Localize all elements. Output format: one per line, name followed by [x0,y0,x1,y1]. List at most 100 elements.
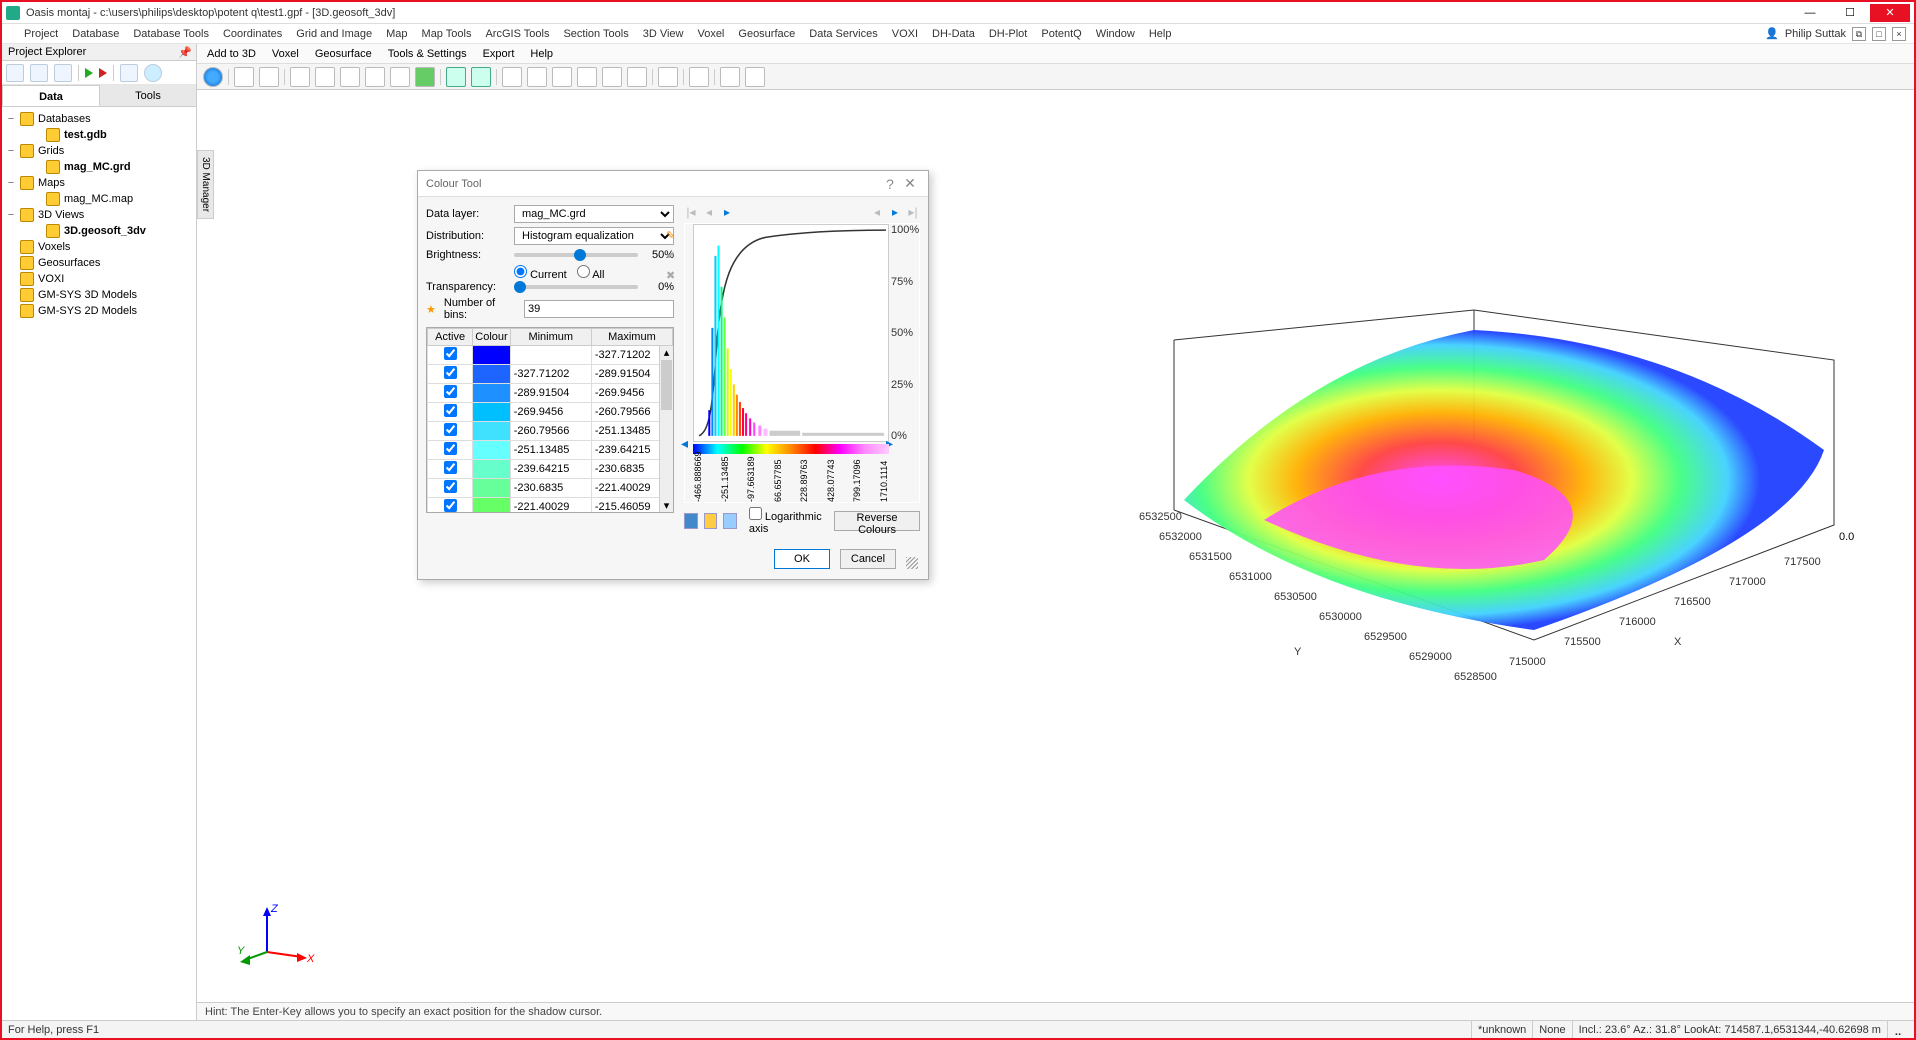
3d-canvas[interactable]: 3D Manager [197,90,1914,1002]
mdi-close-icon[interactable]: × [1892,27,1906,41]
info-icon[interactable] [144,64,162,82]
3d-manager-tab[interactable]: 3D Manager [197,150,214,219]
menu-map-tools[interactable]: Map Tools [422,28,472,40]
menu-potentq[interactable]: PotentQ [1041,28,1081,40]
exp-tool-2-icon[interactable] [30,64,48,82]
menu-voxi[interactable]: VOXI [892,28,918,40]
table-row[interactable]: -221.40029-215.46059 [428,498,673,514]
col-min[interactable]: Minimum [510,329,591,346]
cube5-icon[interactable] [602,67,622,87]
table-row[interactable]: -327.71202 [428,346,673,365]
exp-tool-1-icon[interactable] [6,64,24,82]
menu-grid-image[interactable]: Grid and Image [296,28,372,40]
sub-tools[interactable]: Tools & Settings [388,48,467,60]
menu-geosurface[interactable]: Geosurface [738,28,795,40]
histogram-chart[interactable] [693,224,889,442]
menu-coordinates[interactable]: Coordinates [223,28,282,40]
menu-map[interactable]: Map [386,28,407,40]
exp-tool-4-icon[interactable] [120,64,138,82]
reset-icon[interactable] [723,513,737,529]
zoom-icon[interactable] [315,67,335,87]
camera-icon[interactable] [720,67,740,87]
table-row[interactable]: -239.64215-230.6835 [428,460,673,479]
nav-next-left-icon[interactable]: ▸ [720,205,734,219]
tree-item[interactable]: 3D.geosoft_3dv [6,223,192,239]
extent-icon[interactable] [365,67,385,87]
menu-database-tools[interactable]: Database Tools [133,28,209,40]
col-max[interactable]: Maximum [591,329,672,346]
check-icon[interactable]: ✔ [666,249,680,263]
pan-icon[interactable] [290,67,310,87]
tab-data[interactable]: Data [2,85,100,106]
tree-item[interactable]: Voxels [6,239,192,255]
run-icon[interactable] [85,68,93,78]
sub-help[interactable]: Help [530,48,553,60]
table-row[interactable]: -289.91504-269.9456 [428,384,673,403]
explorer-tree[interactable]: −Databasestest.gdb−Gridsmag_MC.grd−Mapsm… [2,107,196,323]
menu-help[interactable]: Help [1149,28,1172,40]
tree-item[interactable]: −3D Views [6,207,192,223]
cancel-button[interactable]: Cancel [840,549,896,569]
menu-arcgis-tools[interactable]: ArcGIS Tools [485,28,549,40]
resize-grip-icon[interactable] [906,557,918,569]
box-icon[interactable] [390,67,410,87]
snap-icon[interactable] [658,67,678,87]
save-file-icon[interactable] [684,513,698,529]
pin-icon[interactable]: 📌 [178,46,192,59]
table-row[interactable]: -230.6835-221.40029 [428,479,673,498]
menu-window[interactable]: Window [1096,28,1135,40]
tree-item[interactable]: GM-SYS 2D Models [6,303,192,319]
tree-item[interactable]: GM-SYS 3D Models [6,287,192,303]
maximize-button[interactable]: ☐ [1830,4,1870,22]
radio-current[interactable]: Current [514,265,567,281]
table-row[interactable]: -269.9456-260.79566 [428,403,673,422]
cube1-icon[interactable] [502,67,522,87]
nav-prev-left-icon[interactable]: ◂ [702,205,716,219]
settings-icon[interactable] [745,67,765,87]
sub-voxel[interactable]: Voxel [272,48,299,60]
globe-icon[interactable] [203,67,223,87]
dialog-help-icon[interactable]: ? [880,176,900,192]
tree-item[interactable]: Geosurfaces [6,255,192,271]
log-axis-checkbox[interactable]: Logarithmic axis [749,507,828,535]
nav-first-left-icon[interactable]: |◂ [684,205,698,219]
restore-icon[interactable]: ⧉ [1852,27,1866,41]
open-file-icon[interactable] [704,513,718,529]
plane-xz-icon[interactable] [471,67,491,87]
menu-dh-plot[interactable]: DH-Plot [989,28,1028,40]
cube2-icon[interactable] [527,67,547,87]
minimize-button[interactable]: — [1790,4,1830,22]
mdi-maximize-icon[interactable]: □ [1872,27,1886,41]
menu-3d-view[interactable]: 3D View [643,28,684,40]
tab-tools[interactable]: Tools [100,85,196,106]
table-scrollbar[interactable]: ▴▾ [659,346,673,512]
user-name[interactable]: Philip Suttak [1785,28,1846,40]
reverse-colours-button[interactable]: Reverse Colours [834,511,920,531]
menu-data-services[interactable]: Data Services [809,28,877,40]
pencil-icon[interactable]: ✎ [666,229,680,243]
cube3-icon[interactable] [552,67,572,87]
hist-arrow-left-icon[interactable]: ◂ [681,435,688,452]
menu-section-tools[interactable]: Section Tools [563,28,628,40]
transparency-slider[interactable] [514,285,638,289]
table-row[interactable]: -260.79566-251.13485 [428,422,673,441]
tree-item[interactable]: mag_MC.grd [6,159,192,175]
colour-table[interactable]: Active Colour Minimum Maximum -327.71202… [426,327,674,513]
distribution-select[interactable]: Histogram equalization [514,227,674,245]
cube4-icon[interactable] [577,67,597,87]
sub-add3d[interactable]: Add to 3D [207,48,256,60]
radio-all[interactable]: All [577,265,605,281]
table-row[interactable]: -327.71202-289.91504 [428,365,673,384]
cube6-icon[interactable] [627,67,647,87]
tree-item[interactable]: VOXI [6,271,192,287]
dialog-close-icon[interactable]: ✕ [900,175,920,192]
data-layer-select[interactable]: mag_MC.grd [514,205,674,223]
brightness-slider[interactable] [514,253,638,257]
bins-input[interactable] [524,300,674,318]
col-colour[interactable]: Colour [473,329,510,346]
nav-prev-right-icon[interactable]: ◂ [870,205,884,219]
menu-database[interactable]: Database [72,28,119,40]
rotate-icon[interactable] [340,67,360,87]
tree-item[interactable]: mag_MC.map [6,191,192,207]
copy-icon[interactable] [259,67,279,87]
